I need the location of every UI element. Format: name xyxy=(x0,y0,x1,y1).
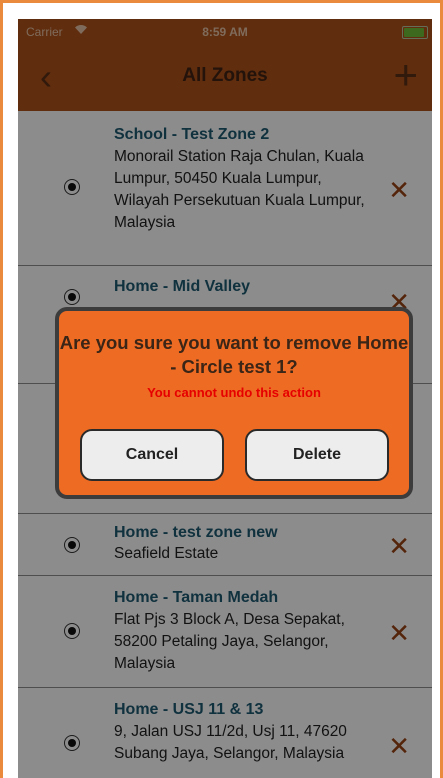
delete-button[interactable]: Delete xyxy=(245,429,389,481)
confirm-delete-dialog: Are you sure you want to remove Home - C… xyxy=(55,307,413,499)
app-screen: Carrier 8:59 AM ‹ All Zones + School - T… xyxy=(18,19,432,778)
cancel-button[interactable]: Cancel xyxy=(80,429,224,481)
device-frame: Carrier 8:59 AM ‹ All Zones + School - T… xyxy=(0,0,443,778)
dialog-title: Are you sure you want to remove Home - C… xyxy=(59,332,409,377)
dialog-warning: You cannot undo this action xyxy=(147,385,321,400)
